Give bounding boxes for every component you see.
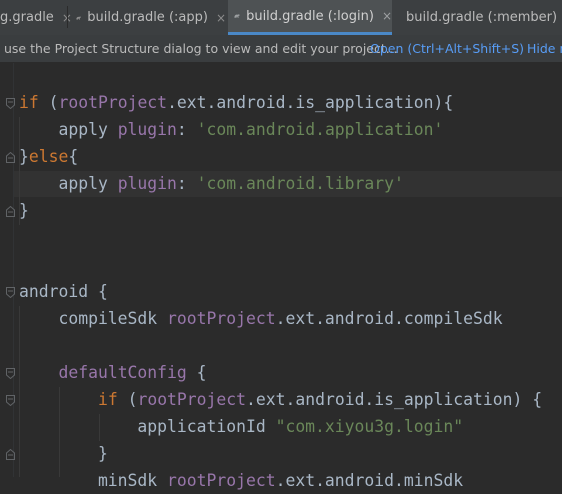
code-token: { [88, 282, 108, 301]
code-token: apply [19, 120, 118, 139]
fold-end-icon[interactable] [6, 206, 15, 217]
code-token: "com.xiyou3g.login" [275, 417, 464, 436]
fold-collapse-icon[interactable] [6, 395, 15, 406]
gutter-border [13, 63, 14, 477]
code-token: 'com.android.application' [196, 120, 444, 139]
code-token: plugin [117, 120, 177, 139]
tab-build-gradle-login[interactable]: build.gradle (:login) × [228, 0, 392, 35]
editor-tab-bar: g.gradle × build.gradle (:app) × build.g… [0, 0, 562, 36]
tab-label: build.gradle (:login) [246, 8, 374, 24]
code-token: .ext.android.compileSdk [275, 309, 503, 328]
code-token: ( [38, 93, 59, 112]
tab-label: build.gradle (:app) [87, 10, 208, 25]
code-token: rootProject [137, 390, 247, 409]
close-icon[interactable]: × [382, 9, 392, 23]
code-token: else [28, 147, 69, 166]
code-token: plugin [117, 174, 177, 193]
fold-end-icon[interactable] [6, 449, 15, 460]
tab-label: g.gradle [0, 10, 54, 25]
code-line: }else{ [19, 144, 78, 170]
tab-build-gradle-app[interactable]: build.gradle (:app) × [76, 0, 226, 35]
code-line: } [19, 441, 108, 467]
notification-message: use the Project Structure dialog to view… [4, 41, 398, 56]
code-line: if (rootProject.ext.android.is_applicati… [19, 387, 542, 413]
fold-collapse-icon[interactable] [6, 287, 15, 298]
code-token: apply [19, 174, 118, 193]
fold-collapse-icon[interactable] [6, 368, 15, 379]
code-token: defaultConfig [58, 363, 187, 382]
code-token: android [19, 282, 89, 301]
code-token: } [19, 147, 29, 166]
code-token: rootProject [58, 93, 168, 112]
code-line: minSdk rootProject.ext.android.minSdk [19, 468, 463, 494]
code-token: rootProject [167, 309, 276, 328]
code-token: { [68, 147, 79, 166]
code-line: if (rootProject.ext.android.is_applicati… [19, 90, 453, 116]
fold-end-icon[interactable] [6, 152, 15, 163]
code-token: applicationId [19, 417, 276, 436]
code-line: apply plugin: 'com.android.library' [19, 171, 404, 197]
code-token: { [186, 363, 207, 382]
tab-settings-gradle[interactable]: g.gradle × [0, 0, 72, 35]
code-token: ( [117, 390, 138, 409]
hide-notification-link[interactable]: Hide n [527, 41, 562, 56]
tab-divider [67, 6, 68, 28]
code-line: defaultConfig { [19, 360, 207, 386]
fold-collapse-icon[interactable] [6, 98, 15, 109]
code-token: .ext.android.is_application){ [167, 93, 454, 112]
code-token: 'com.android.library' [196, 174, 404, 193]
code-token: .ext.android.minSdk [275, 471, 464, 490]
code-token: rootProject [167, 471, 276, 490]
code-token: : [176, 174, 197, 193]
project-structure-notification: use the Project Structure dialog to view… [0, 35, 562, 63]
code-line: android { [19, 279, 108, 305]
close-icon[interactable]: × [216, 11, 226, 25]
code-line: applicationId "com.xiyou3g.login" [19, 414, 463, 440]
code-token: compileSdk [19, 309, 168, 328]
code-line: } [19, 198, 29, 224]
tab-label: build.gradle (:member) [406, 10, 558, 25]
tab-build-gradle-member[interactable]: build.gradle (:member) × [400, 0, 562, 35]
editor-gutter [0, 63, 14, 477]
code-editor[interactable]: if (rootProject.ext.android.is_applicati… [0, 63, 562, 490]
gradle-icon [76, 16, 81, 20]
gradle-icon [234, 14, 240, 19]
code-token: } [19, 201, 29, 220]
code-line: apply plugin: 'com.android.application' [19, 117, 443, 143]
code-line: compileSdk rootProject.ext.android.compi… [19, 306, 503, 332]
code-token: minSdk [19, 471, 168, 490]
code-token: .ext.android.is_application) { [246, 390, 543, 409]
code-token: if [19, 93, 39, 112]
code-token: : [176, 120, 197, 139]
code-token: if [97, 390, 118, 409]
open-project-structure-link[interactable]: Open (Ctrl+Alt+Shift+S) [370, 41, 524, 56]
code-token: } [19, 444, 108, 463]
